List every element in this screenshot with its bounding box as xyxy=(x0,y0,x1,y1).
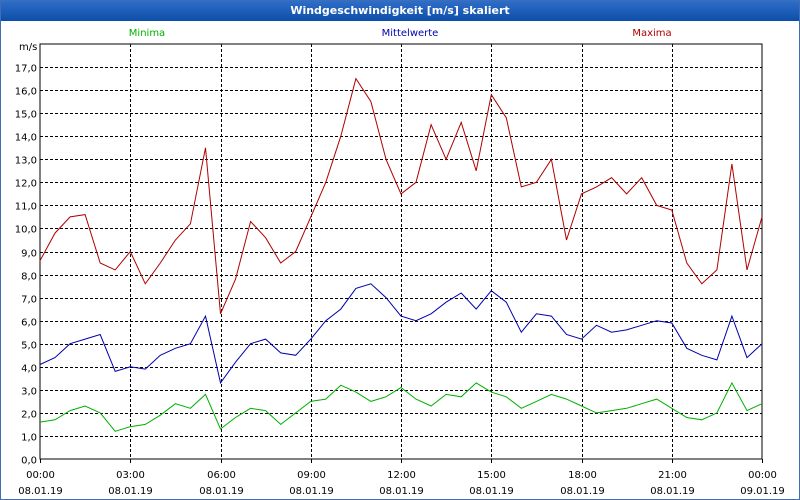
x-tick-date: 08.01.19 xyxy=(289,486,334,497)
legend-maxima: Maxima xyxy=(632,28,671,39)
y-tick-label: 1,0 xyxy=(21,433,37,444)
y-tick-label: 11,0 xyxy=(15,202,37,213)
x-tick-date: 08.01.19 xyxy=(379,486,424,497)
x-tick-time: 21:00 xyxy=(658,470,687,481)
y-tick-label: 15,0 xyxy=(15,110,37,121)
x-tick-time: 00:00 xyxy=(748,470,777,481)
legend-mittelwerte: Mittelwerte xyxy=(382,28,439,39)
x-tick-time: 15:00 xyxy=(477,470,506,481)
y-tick-label: 9,0 xyxy=(21,249,37,260)
x-tick-date: 08.01.19 xyxy=(18,486,63,497)
x-tick-date: 09.01.19 xyxy=(740,486,785,497)
wind-speed-chart: 0,0 1,0 2,0 3,0 4,0 5,0 6,0 7,0 8,0 9,0 10,0 11,0 12… xyxy=(15,28,785,497)
y-tick-label: 13,0 xyxy=(15,156,37,167)
y-tick-label: 2,0 xyxy=(21,410,37,421)
y-tick-label: 0,0 xyxy=(21,456,37,467)
x-tick-date: 08.01.19 xyxy=(469,486,514,497)
y-tick-label: 17,0 xyxy=(15,64,37,75)
y-tick-label: 5,0 xyxy=(21,341,37,352)
y-axis-label: m/s xyxy=(19,42,37,53)
x-tick-time: 06:00 xyxy=(207,470,236,481)
y-tick-label: 10,0 xyxy=(15,225,37,236)
y-tick-label: 7,0 xyxy=(21,295,37,306)
x-tick-date: 08.01.19 xyxy=(560,486,605,497)
y-tick-label: 6,0 xyxy=(21,318,37,329)
y-tick-label: 14,0 xyxy=(15,133,37,144)
x-tick-date: 08.01.19 xyxy=(650,486,695,497)
x-tick-time: 09:00 xyxy=(297,470,326,481)
y-tick-label: 3,0 xyxy=(21,387,37,398)
x-tick-date: 08.01.19 xyxy=(199,486,244,497)
legend-minima: Minima xyxy=(129,28,165,39)
y-tick-label: 12,0 xyxy=(15,179,37,190)
y-tick-label: 8,0 xyxy=(21,272,37,283)
x-tick-time: 03:00 xyxy=(116,470,145,481)
x-tick-time: 18:00 xyxy=(568,470,597,481)
y-tick-label: 16,0 xyxy=(15,87,37,98)
x-tick-date: 08.01.19 xyxy=(108,486,153,497)
x-tick-time: 00:00 xyxy=(26,470,55,481)
y-tick-label: 4,0 xyxy=(21,364,37,375)
x-tick-time: 12:00 xyxy=(387,470,416,481)
